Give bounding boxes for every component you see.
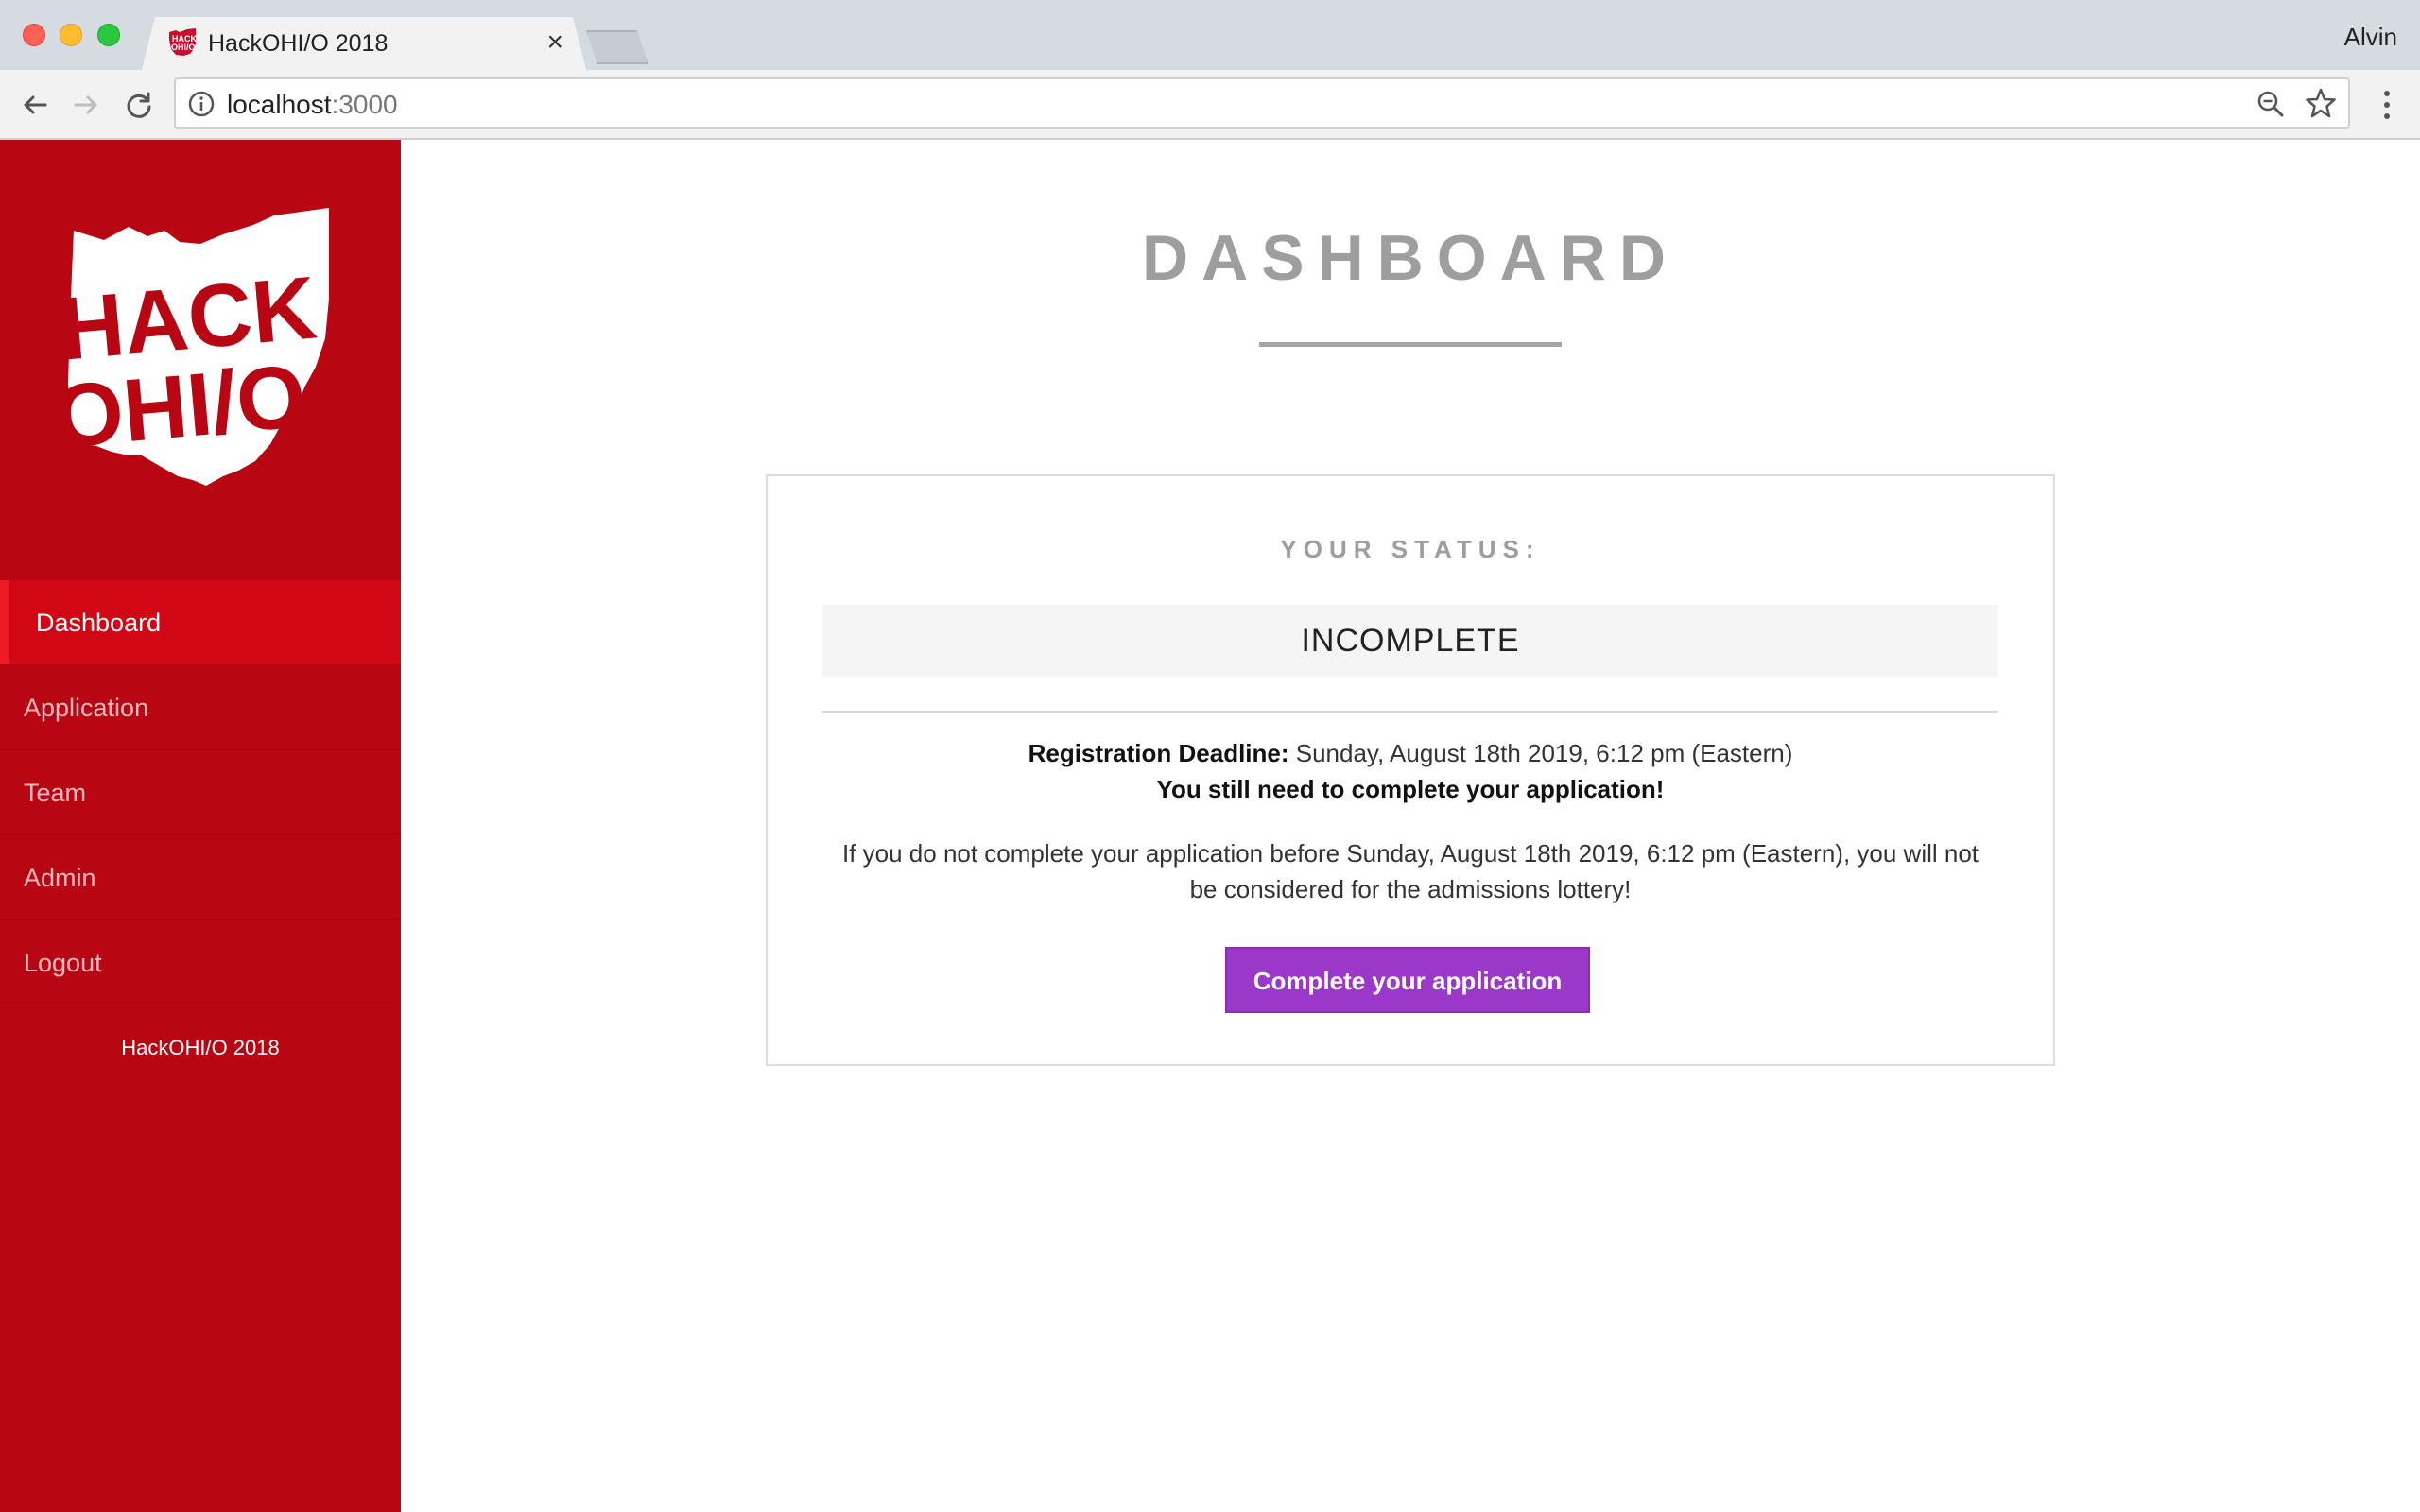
zoom-icon[interactable] [2256,89,2286,119]
sidebar-footer: HackOHI/O 2018 [121,1036,280,1059]
minimize-window-button[interactable] [60,24,82,46]
profile-name[interactable]: Alvin [2344,23,2397,52]
card-divider [822,711,1998,713]
browser-toolbar: localhost:3000 [0,70,2420,140]
new-tab-button[interactable] [586,30,648,64]
sidebar: HACK OHI/O Dashboard Application Team Ad… [0,140,401,1512]
kebab-menu-icon[interactable] [2371,87,2403,123]
status-heading: YOUR STATUS: [1280,535,1541,563]
maximize-window-button[interactable] [97,24,120,46]
star-icon[interactable] [2305,87,2337,119]
sidebar-nav: Dashboard Application Team Admin Logout [0,580,401,1005]
deadline-warning: If you do not complete your application … [841,839,1979,903]
complete-application-button[interactable]: Complete your application [1225,947,1590,1013]
info-icon[interactable] [187,90,216,118]
hackohio-logo[interactable]: HACK OHI/O [68,208,333,491]
sidebar-item-application[interactable]: Application [0,665,401,750]
tab-close-icon[interactable]: × [546,26,563,59]
hackohio-favicon-icon: HACK OHI/O [166,26,199,59]
browser-tab[interactable]: HACK OHI/O HackOHI/O 2018 × [142,17,586,70]
close-window-button[interactable] [23,24,45,46]
sidebar-item-team[interactable]: Team [0,750,401,835]
page-title: DASHBOARD [1142,222,1679,294]
address-bar[interactable]: localhost:3000 [174,77,2350,129]
url-text[interactable]: localhost:3000 [227,90,398,120]
svg-text:OHI/O: OHI/O [68,346,310,467]
sidebar-item-admin[interactable]: Admin [0,835,401,920]
back-arrow-icon[interactable] [19,89,51,121]
status-card: YOUR STATUS: INCOMPLETE Registration Dea… [766,474,2055,1066]
sidebar-item-dashboard[interactable]: Dashboard [0,580,401,665]
sidebar-item-logout[interactable]: Logout [0,920,401,1005]
svg-text:OHI/O: OHI/O [171,43,196,52]
forward-arrow-icon[interactable] [70,89,102,121]
status-badge: INCOMPLETE [822,605,1998,677]
tab-title: HackOHI/O 2018 [208,30,389,57]
reload-icon[interactable] [123,89,155,121]
title-underline [1259,342,1562,347]
incomplete-note: You still need to complete your applicat… [1156,775,1665,803]
browser-tabstrip: HACK OHI/O HackOHI/O 2018 × Alvin [0,0,2420,70]
registration-deadline: Registration Deadline: Sunday, August 18… [1028,739,1793,767]
